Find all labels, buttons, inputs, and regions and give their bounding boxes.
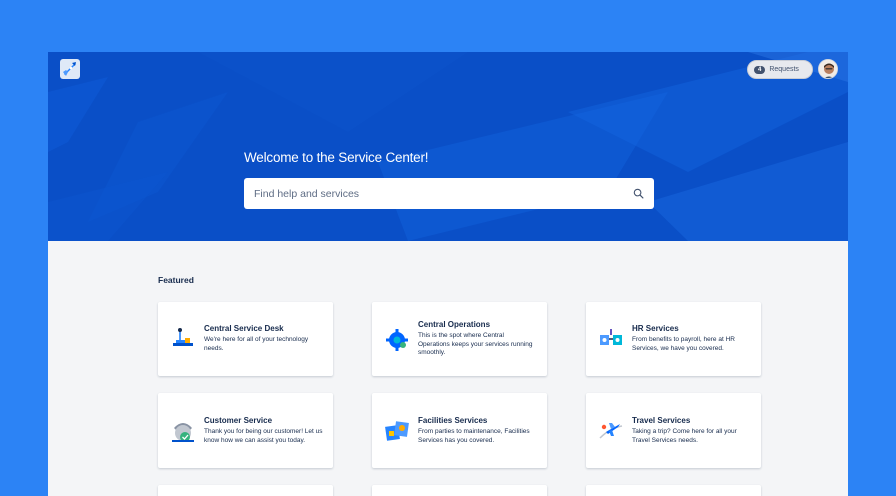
card-description: Thank you for being our customer! Let us… [204,427,323,444]
card-description: Taking a trip? Come here for all your Tr… [632,427,737,444]
hero-title: Welcome to the Service Center! [244,150,429,165]
card-facilities-services[interactable]: Facilities Services From parties to main… [372,393,547,468]
card-title: Central Operations [418,319,491,329]
card-central-service-desk[interactable]: Central Service Desk We're here for all … [158,302,333,376]
card-description: From parties to maintenance, Facilities … [418,427,530,444]
hero-background-pattern [48,52,848,241]
card-description: This is the spot where Central Operation… [418,331,533,357]
service-desk-icon [173,328,193,346]
search-bar[interactable] [244,178,654,209]
requests-label: Requests [769,66,799,73]
hr-services-icon [600,329,622,345]
card-partial[interactable] [372,485,547,496]
card-description: We're here for all of your technology ne… [204,336,309,352]
facilities-icon [385,420,409,441]
customer-service-icon [172,422,194,442]
requests-count-badge: 4 [754,65,766,74]
app-logo[interactable] [60,59,80,79]
card-title: HR Services [632,324,679,334]
card-customer-service[interactable]: Customer Service Thank you for being our… [158,393,333,468]
travel-plane-icon [599,422,623,439]
card-title: Travel Services [632,415,691,425]
search-input[interactable] [254,187,614,200]
card-travel-services[interactable]: Travel Services Taking a trip? Come here… [586,393,761,468]
card-title: Central Service Desk [204,324,284,334]
card-title: Customer Service [204,415,273,425]
requests-button[interactable]: 4 Requests [747,60,813,79]
rocket-icon [63,62,76,76]
card-hr-services[interactable]: HR Services From benefits to payroll, he… [586,302,761,376]
card-partial[interactable] [158,485,333,496]
card-central-operations[interactable]: Central Operations This is the spot wher… [372,302,547,376]
card-title: Facilities Services [418,415,488,425]
portal-window: 4 Requests Welcome to the Service Center… [48,52,848,496]
featured-heading: Featured [158,275,194,285]
user-avatar[interactable] [818,59,838,79]
search-icon[interactable] [633,188,644,199]
operations-gear-icon [386,329,408,351]
hero-banner: 4 Requests Welcome to the Service Center… [48,52,848,241]
card-partial[interactable] [586,485,761,496]
card-description: From benefits to payroll, here at HR Ser… [632,336,735,352]
